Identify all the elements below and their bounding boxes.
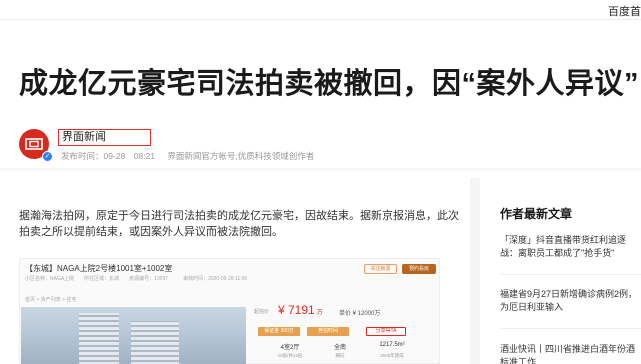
building-tower [79,313,119,364]
fact-layout: 4室2厅 [280,345,300,351]
price-value: ¥ 7191 [278,303,315,317]
article-paragraph: 据瀚海法拍网，原定于今日进行司法拍卖的成龙亿元豪宅，因故结束。据新京报消息，此次… [19,210,459,238]
article-image-listing: 【东城】NAGA上院2号楼1001室+1002室 小区名称：NAGA上院 所在区… [19,258,440,364]
unit-price: 单价 ¥ 12000万 [339,311,381,317]
author-sidebar: 作者最新文章 「深度」抖音直播带货红利追逐战：离职员工都成了"抢手货" 福建省9… [480,178,641,364]
auction-time-tag: 竞拍时间 [307,327,349,336]
deposit-tag: 保证金 300万 [258,327,300,336]
article-title: 成龙亿元豪宅司法拍卖被撤回，因“案外人异议” [19,68,640,100]
listing-subtitle: 小区名称：NAGA上院 所在区域：东城 房源编号：13037 审核时间：2020… [25,276,248,282]
author-description: 界面新闻官方帐号,优质科技领域创作者 [167,151,315,161]
building-tower [131,321,179,364]
fact-area-label: 2006年建成 [380,353,404,358]
sidebar-heading: 作者最新文章 [500,207,573,221]
starting-price: ¥ 7191 万 [278,303,323,317]
article-header: 成龙亿元豪宅司法拍卖被撤回，因“案外人异议” ✓ 界面新闻 发布时间：09-28… [0,20,641,168]
listing-breadcrumb: 首页 > 资产列表 > 住宅 [25,297,77,303]
sidebar-divider [500,274,641,275]
starting-price-label: 起拍价 [254,309,270,315]
page-body: 据瀚海法拍网，原定于今日进行司法拍卖的成龙亿元豪宅，因故结束。据新京报消息，此次… [0,178,641,364]
book-viewing-button: 预约看房 [402,264,436,274]
fact-orientation-label: 朝向 [335,353,345,358]
fact-area: 1217.5m² [379,342,405,348]
sidebar-divider [500,328,641,329]
sidebar-article-link[interactable]: 「深度」抖音直播带货红利追逐战：离职员工都成了"抢手货" [500,234,641,260]
price-unit: 万 [316,310,323,316]
listing-title: 【东城】NAGA上院2号楼1001室+1002室 [25,264,173,273]
article-meta: 发布时间：09-28 08:21 界面新闻官方帐号,优质科技领域创作者 [61,150,324,162]
publish-time: 发布时间：09-28 08:21 [61,151,156,161]
building-photo [21,307,246,364]
verified-icon: ✓ [42,151,53,162]
follow-listing-button: 关注房源 [364,264,397,274]
author-name-link[interactable]: 界面新闻 [58,129,151,146]
article-content: 据瀚海法拍网，原定于今日进行司法拍卖的成龙亿元豪宅，因故结束。据新京报消息，此次… [0,178,470,364]
fact-orientation: 全南 [333,345,346,351]
share-tag: 分享得TA [366,327,406,336]
author-logo-icon [25,138,43,150]
fact-layout-label: 10层/共12层 [277,353,303,358]
top-bar: 百度首 [0,0,641,20]
site-brand-link[interactable]: 百度首 [608,3,641,19]
sidebar-article-link[interactable]: 福建省9月27日新增确诊病例2例，为厄日利亚输入 [500,288,641,314]
sidebar-article-link[interactable]: 酒业快讯丨四川省推进白酒年份酒标准工作 [500,343,641,364]
